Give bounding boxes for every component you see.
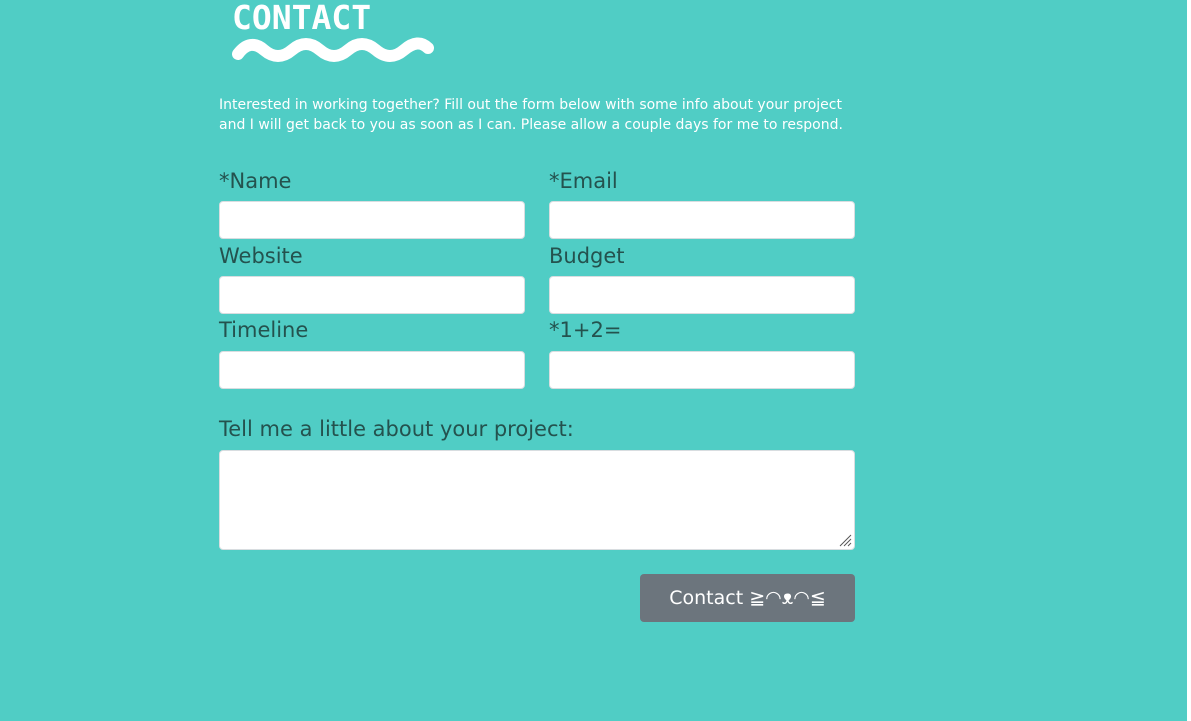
message-label: Tell me a little about your project: [219, 417, 574, 441]
resize-grip-icon[interactable] [838, 533, 852, 547]
timeline-input[interactable] [219, 351, 525, 389]
captcha-input[interactable] [549, 351, 855, 389]
name-label: *Name [219, 169, 292, 193]
scrollbar[interactable] [1187, 0, 1191, 721]
intro-text: Interested in working together? Fill out… [219, 95, 869, 135]
timeline-label: Timeline [219, 318, 309, 342]
budget-label: Budget [549, 244, 625, 268]
intro-line-2: and I will get back to you as soon as I … [219, 117, 843, 133]
message-textarea[interactable] [219, 450, 855, 550]
wave-icon [232, 37, 434, 62]
name-input[interactable] [219, 201, 525, 239]
email-label: *Email [549, 169, 618, 193]
website-input[interactable] [219, 276, 525, 314]
logo-text: CONTACT [232, 0, 372, 37]
email-input[interactable] [549, 201, 855, 239]
contact-logo: CONTACT [230, 0, 440, 64]
captcha-label: *1+2= [549, 318, 622, 342]
contact-submit-button[interactable]: Contact ≧◠ᴥ◠≦ [640, 574, 855, 622]
budget-input[interactable] [549, 276, 855, 314]
intro-line-1: Interested in working together? Fill out… [219, 97, 842, 113]
website-label: Website [219, 244, 303, 268]
